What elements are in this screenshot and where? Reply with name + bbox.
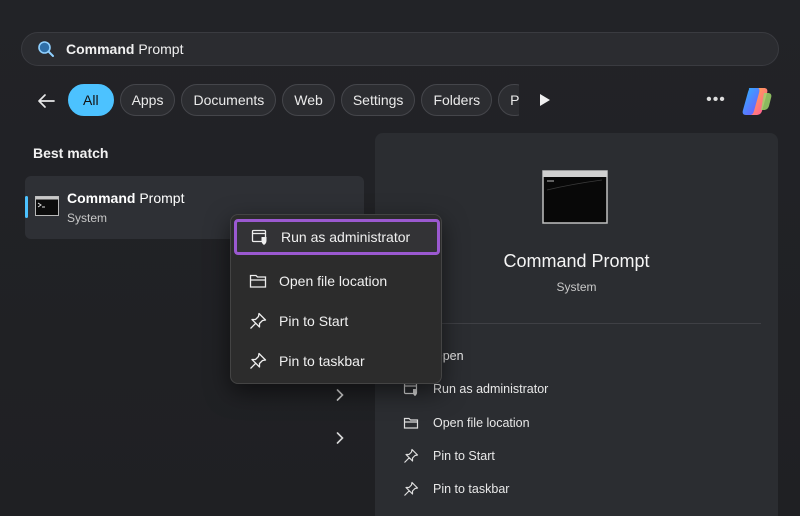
action-pin-to-start[interactable]: Pin to Start	[402, 446, 495, 466]
play-icon	[540, 94, 550, 106]
context-pin-to-start[interactable]: Pin to Start	[235, 303, 439, 339]
filter-chip-photos-truncated[interactable]: P	[498, 84, 519, 116]
search-input[interactable]: Command Prompt	[66, 41, 183, 57]
more-options-button[interactable]: •••	[704, 90, 728, 110]
filter-chip-documents[interactable]: Documents	[181, 84, 277, 116]
divider	[395, 323, 761, 324]
context-menu: Run as administrator Open file location …	[230, 214, 442, 384]
chevron-right-icon	[336, 432, 344, 444]
action-pin-to-taskbar[interactable]: Pin to taskbar	[402, 479, 509, 499]
copilot-icon	[742, 88, 772, 115]
folder-icon	[402, 414, 420, 432]
pin-icon	[248, 351, 268, 371]
context-item-label: Run as administrator	[281, 229, 411, 245]
action-label: Open file location	[433, 416, 530, 430]
filter-chips: All Apps Documents Web Settings Folders …	[68, 84, 519, 118]
pin-icon	[402, 447, 420, 465]
copilot-button[interactable]	[740, 84, 774, 118]
action-label: Pin to taskbar	[433, 482, 510, 496]
action-label: Run as administrator	[433, 382, 549, 396]
context-item-label: Pin to Start	[279, 313, 349, 329]
expand-result-button[interactable]	[333, 388, 347, 402]
scroll-filters-button[interactable]	[536, 90, 554, 110]
context-pin-to-taskbar[interactable]: Pin to taskbar	[235, 343, 439, 379]
filter-chip-settings[interactable]: Settings	[340, 84, 416, 116]
action-label: Pin to Start	[433, 449, 495, 463]
filter-chip-apps[interactable]: Apps	[119, 84, 176, 116]
folder-icon	[248, 271, 268, 291]
search-icon	[36, 39, 56, 59]
command-prompt-icon	[542, 170, 608, 224]
pin-icon	[402, 480, 420, 498]
shield-window-icon	[250, 227, 270, 247]
expand-result-button[interactable]	[333, 431, 347, 445]
best-match-heading: Best match	[33, 145, 109, 161]
filter-chip-folders[interactable]: Folders	[421, 84, 493, 116]
pin-icon	[248, 311, 268, 331]
context-item-label: Open file location	[279, 273, 388, 289]
filter-chip-all[interactable]: All	[68, 84, 114, 116]
command-prompt-icon	[35, 196, 59, 216]
filter-chip-web[interactable]: Web	[282, 84, 335, 116]
context-item-label: Pin to taskbar	[279, 353, 365, 369]
back-arrow-icon	[38, 94, 55, 108]
context-run-as-administrator[interactable]: Run as administrator	[234, 219, 440, 255]
windows-search-window: Command Prompt All Apps Documents Web Se…	[0, 0, 800, 516]
context-open-file-location[interactable]: Open file location	[235, 263, 439, 299]
result-subtitle: System	[67, 211, 108, 225]
search-box[interactable]: Command Prompt	[21, 32, 779, 66]
action-open-file-location[interactable]: Open file location	[402, 413, 530, 433]
result-title: Command Prompt	[67, 190, 185, 206]
back-button[interactable]	[33, 88, 59, 114]
chevron-right-icon	[336, 389, 344, 401]
selection-indicator	[25, 196, 28, 218]
